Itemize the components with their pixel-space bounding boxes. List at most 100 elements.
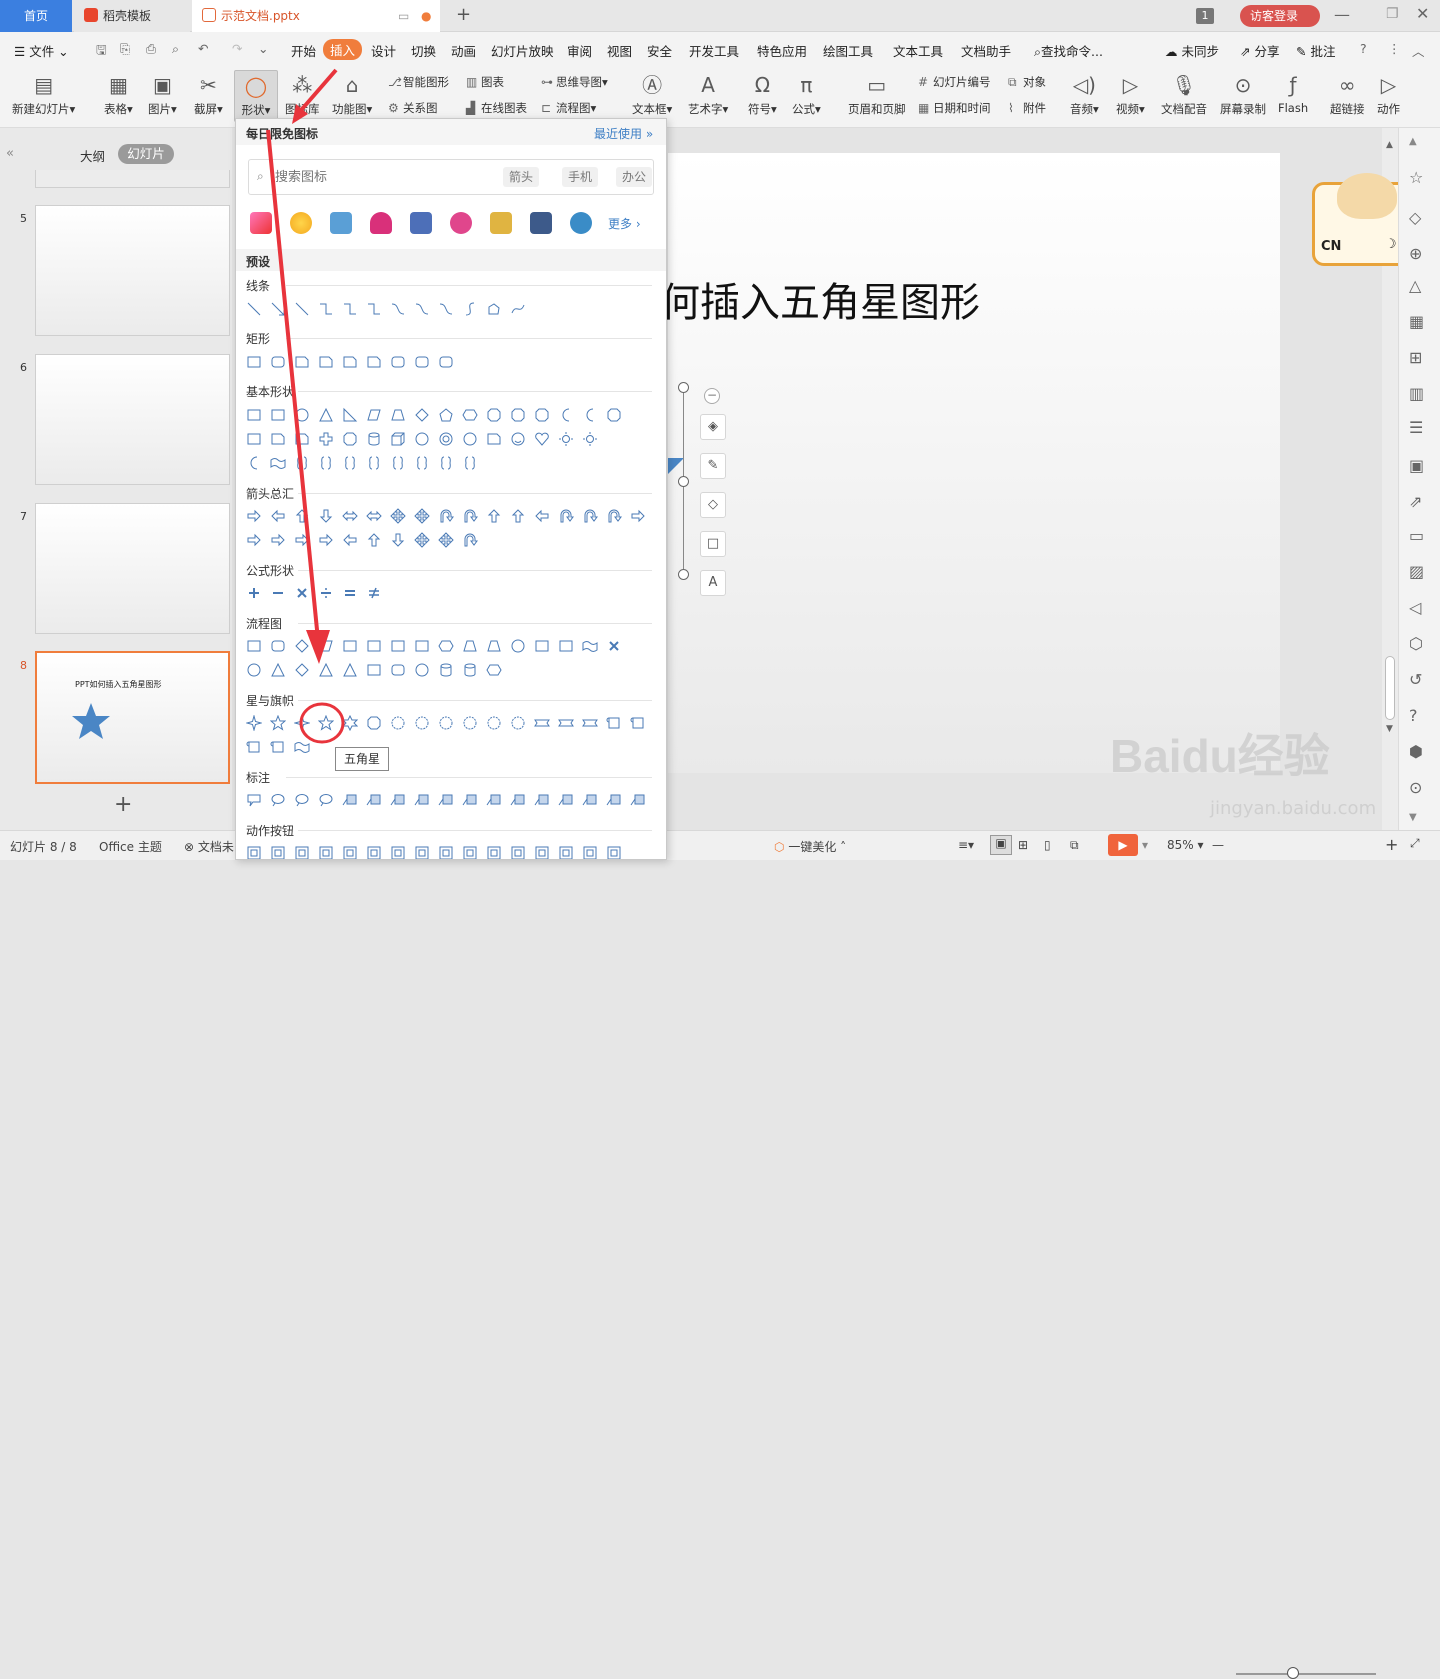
online-chart-button[interactable]: ▟ 在线图表: [466, 100, 527, 116]
trap-shape[interactable]: [460, 636, 480, 656]
symbol-button[interactable]: Ω 符号▾: [748, 72, 777, 117]
seal-shape[interactable]: [388, 713, 408, 733]
heart-shape[interactable]: [532, 429, 552, 449]
para-shape[interactable]: [316, 636, 336, 656]
barcall-shape[interactable]: [412, 790, 432, 810]
lock-badge-icon[interactable]: [450, 212, 472, 234]
sidebar-scroll-down-icon[interactable]: ▼: [1409, 812, 1417, 823]
minus-shape[interactable]: [268, 583, 288, 603]
scroll-shape[interactable]: [244, 737, 264, 757]
callout2-shape[interactable]: [292, 790, 312, 810]
uturn-shape[interactable]: [436, 506, 456, 526]
flash-button[interactable]: ƒ Flash: [1278, 72, 1308, 115]
slide-title[interactable]: 何插入五角星图形: [660, 270, 980, 328]
function-chart-button[interactable]: ⌂ 功能图▾: [332, 72, 372, 117]
action-shape[interactable]: [532, 843, 552, 859]
wave-shape[interactable]: [292, 737, 312, 757]
brace-shape[interactable]: [460, 453, 480, 473]
barcall-shape[interactable]: [484, 790, 504, 810]
rect-shape[interactable]: [268, 405, 288, 425]
rect-shape[interactable]: [364, 660, 384, 680]
shapes-tool-icon[interactable]: ◇: [1409, 208, 1421, 227]
rect-shape[interactable]: [412, 636, 432, 656]
elbow-double-arrow-shape[interactable]: [364, 299, 384, 319]
neq-shape[interactable]: [364, 583, 384, 603]
barcall-shape[interactable]: [580, 790, 600, 810]
shape-style-icon[interactable]: ⊕: [1409, 244, 1422, 263]
down-shape[interactable]: [388, 530, 408, 550]
notes-icon[interactable]: ≡▾: [958, 838, 974, 852]
barcall-shape[interactable]: [388, 790, 408, 810]
rect-shape[interactable]: [388, 636, 408, 656]
menu-slideshow[interactable]: 幻灯片放映: [491, 41, 554, 60]
up-shape[interactable]: [292, 506, 312, 526]
moon-shape[interactable]: [556, 405, 576, 425]
rocket-icon[interactable]: [250, 212, 272, 234]
action-shape[interactable]: [316, 843, 336, 859]
quad-shape[interactable]: [436, 530, 456, 550]
quad-shape[interactable]: [412, 530, 432, 550]
trophy-icon[interactable]: [490, 212, 512, 234]
barcall-shape[interactable]: [340, 790, 360, 810]
action-shape[interactable]: [364, 843, 384, 859]
outline-tab[interactable]: 大纲: [80, 146, 105, 165]
slide-thumb-5[interactable]: [35, 205, 230, 336]
doc-voice-button[interactable]: 🎙 文档配音: [1161, 72, 1207, 117]
tag-arrow[interactable]: 箭头: [503, 167, 540, 187]
grid-tool-icon[interactable]: ⊞: [1409, 348, 1422, 367]
screenshot-button[interactable]: ✂ 截屏▾: [194, 72, 223, 117]
callout-shape[interactable]: [244, 790, 264, 810]
right-shape[interactable]: [244, 530, 264, 550]
freeform-shape[interactable]: [484, 299, 504, 319]
tag-office[interactable]: 办公: [616, 167, 653, 187]
cube-icon[interactable]: ⬢: [1409, 742, 1423, 761]
menu-review[interactable]: 审阅: [567, 41, 592, 60]
action-shape[interactable]: [580, 843, 600, 859]
chart-tool-icon[interactable]: ▥: [1409, 384, 1424, 403]
uturn-shape[interactable]: [460, 530, 480, 550]
circle-shape[interactable]: [412, 660, 432, 680]
laptop-chart-icon[interactable]: [330, 212, 352, 234]
customize-icon[interactable]: ⌄: [258, 41, 268, 56]
diamond-shape[interactable]: [292, 660, 312, 680]
current-slide[interactable]: 何插入五角星图形: [660, 153, 1280, 773]
tab-home[interactable]: 首页: [0, 0, 72, 32]
elbow-arrow-shape[interactable]: [340, 299, 360, 319]
snip-shape[interactable]: [292, 429, 312, 449]
file-menu[interactable]: ☰ 文件 ⌄: [14, 41, 69, 60]
rect-shape[interactable]: [556, 636, 576, 656]
seal-shape[interactable]: [484, 713, 504, 733]
curved-connector-shape[interactable]: [388, 299, 408, 319]
reading-view-icon[interactable]: ▯: [1044, 838, 1051, 852]
barcall-shape[interactable]: [604, 790, 624, 810]
smile-shape[interactable]: [508, 429, 528, 449]
sun-shape[interactable]: [580, 429, 600, 449]
resize-handle[interactable]: [678, 569, 689, 580]
slide-thumb-4[interactable]: [35, 170, 230, 188]
tri-shape[interactable]: [268, 660, 288, 680]
quad-shape[interactable]: [388, 506, 408, 526]
menu-view[interactable]: 视图: [607, 41, 632, 60]
more-icon[interactable]: ⋮: [1388, 41, 1401, 56]
fill-tool-icon[interactable]: △: [1409, 276, 1421, 295]
oct-shape[interactable]: [508, 405, 528, 425]
undo-icon[interactable]: ↶: [198, 41, 208, 56]
tri-shape[interactable]: [340, 660, 360, 680]
action-shape[interactable]: [604, 843, 624, 859]
circle-shape[interactable]: [460, 429, 480, 449]
zoom-out-icon[interactable]: −: [704, 388, 720, 404]
audio-button[interactable]: ◁) 音频▾: [1070, 72, 1099, 117]
scroll-shape[interactable]: [628, 713, 648, 733]
quad-shape[interactable]: [412, 506, 432, 526]
diamond-shape[interactable]: [292, 636, 312, 656]
brace-shape[interactable]: [340, 453, 360, 473]
add-slide-icon[interactable]: +: [114, 792, 132, 817]
uturn-shape[interactable]: [460, 506, 480, 526]
curve-shape[interactable]: [460, 299, 480, 319]
rect-shape[interactable]: [244, 636, 264, 656]
circle-shape[interactable]: [292, 405, 312, 425]
times-shape[interactable]: [604, 636, 624, 656]
beautify-button[interactable]: ⬡ 一键美化 ˄: [774, 838, 846, 855]
oct-shape[interactable]: [484, 405, 504, 425]
tag-phone[interactable]: 手机: [562, 167, 599, 187]
